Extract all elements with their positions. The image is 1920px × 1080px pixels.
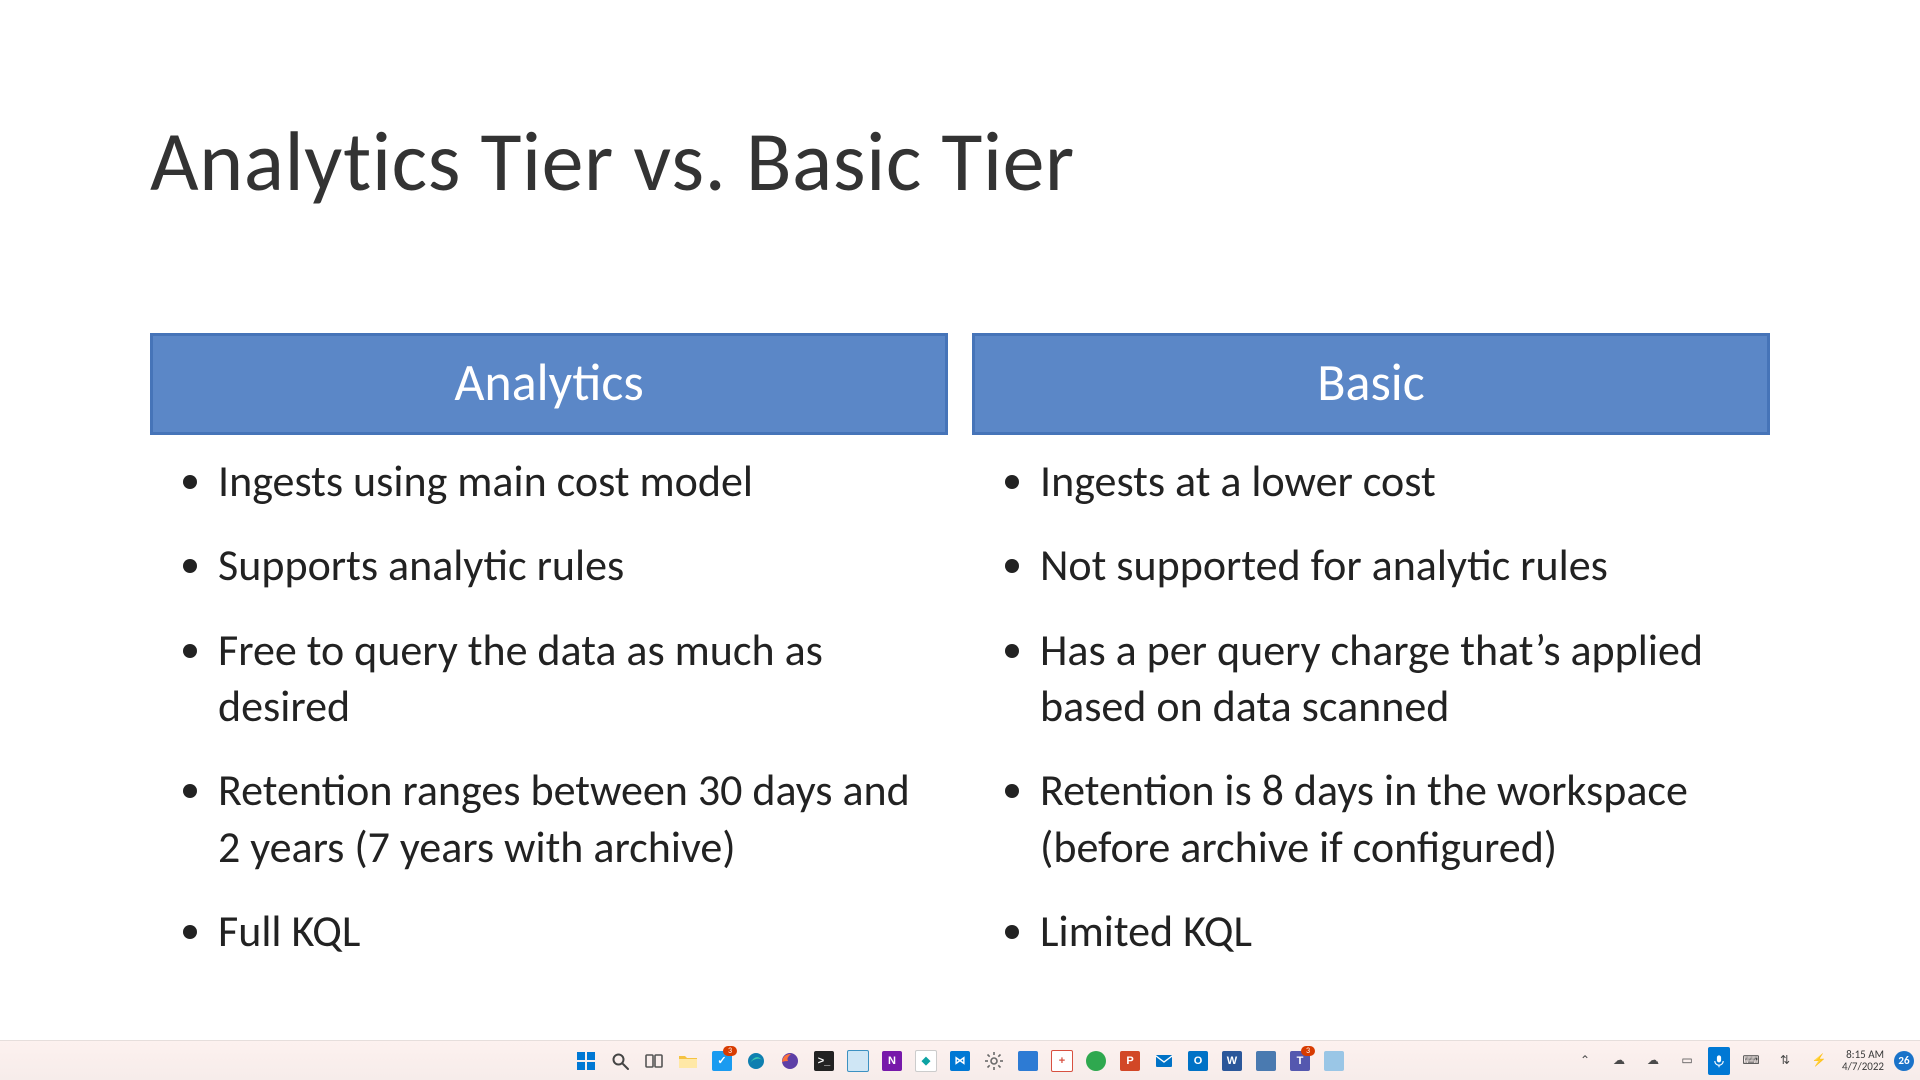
start-button[interactable] xyxy=(573,1048,599,1074)
taskbar-center: ✓ 3 >_ N ◆ ⋈ xyxy=(573,1041,1347,1080)
taskbar-app-settings[interactable] xyxy=(981,1048,1007,1074)
column-body-basic: Ingests at a lower cost Not supported fo… xyxy=(972,435,1770,987)
keyboard-icon: ⌨ xyxy=(1742,1053,1759,1068)
network-icon: ⇅ xyxy=(1780,1053,1790,1068)
tray-touch-keyboard[interactable]: ⌨ xyxy=(1738,1048,1764,1074)
search-button[interactable] xyxy=(607,1048,633,1074)
bullet-item: Limited KQL xyxy=(1040,903,1760,959)
notification-count: 26 xyxy=(1898,1054,1909,1067)
taskbar-app-maps[interactable] xyxy=(1083,1048,1109,1074)
bullet-item: Retention is 8 days in the workspace (be… xyxy=(1040,762,1760,875)
app-letter: N xyxy=(888,1055,896,1067)
clock-date: 4/7/2022 xyxy=(1842,1061,1884,1073)
task-view-icon xyxy=(644,1051,664,1071)
app-letter: ✓ xyxy=(717,1054,726,1067)
mail-icon xyxy=(1154,1051,1174,1071)
taskbar-app-todo[interactable]: ✓ 3 xyxy=(709,1048,735,1074)
tray-onedrive-personal[interactable]: ☁ xyxy=(1606,1048,1632,1074)
comparison-grid: Analytics Ingests using main cost model … xyxy=(150,333,1770,987)
app-letter: O xyxy=(1194,1055,1203,1067)
tray-voice-typing[interactable] xyxy=(1708,1047,1730,1075)
microphone-icon xyxy=(1712,1054,1726,1068)
app-letter: + xyxy=(1059,1055,1065,1067)
bullet-item: Full KQL xyxy=(218,903,938,959)
taskbar-app-teams[interactable]: T 3 xyxy=(1287,1048,1313,1074)
taskbar-app-snip[interactable]: + xyxy=(1049,1048,1075,1074)
slide-title: Analytics Tier vs. Basic Tier xyxy=(150,110,1770,213)
taskbar-app-photos[interactable] xyxy=(1015,1048,1041,1074)
taskbar-app-onenote[interactable]: N xyxy=(879,1048,905,1074)
taskbar-app-firefox[interactable] xyxy=(777,1048,803,1074)
taskbar-app-notepad[interactable] xyxy=(845,1048,871,1074)
app-letter: ⋈ xyxy=(955,1054,966,1067)
app-letter: W xyxy=(1227,1055,1237,1067)
app-badge: 3 xyxy=(723,1046,737,1056)
notifications-button[interactable]: 26 xyxy=(1894,1051,1914,1071)
taskbar-app-power-automate[interactable]: ◆ xyxy=(913,1048,939,1074)
taskbar-app-terminal[interactable]: >_ xyxy=(811,1048,837,1074)
bullet-item: Not supported for analytic rules xyxy=(1040,537,1760,593)
taskbar-app-word[interactable]: W xyxy=(1219,1048,1245,1074)
tray-onedrive-work[interactable]: ☁ xyxy=(1640,1048,1666,1074)
taskbar-tray: ⌃ ☁ ☁ ▭ ⌨ ⇅ ⚡ 8:15 AM 4 xyxy=(1572,1041,1914,1080)
app-letter: P xyxy=(1126,1055,1133,1067)
power-icon: ⚡ xyxy=(1812,1053,1827,1068)
taskbar-app-calculator[interactable] xyxy=(1253,1048,1279,1074)
firefox-icon xyxy=(780,1051,800,1071)
column-header-basic: Basic xyxy=(972,333,1770,435)
app-badge: 3 xyxy=(1301,1046,1315,1056)
tray-battery[interactable]: ▭ xyxy=(1674,1048,1700,1074)
tray-show-hidden-button[interactable]: ⌃ xyxy=(1572,1048,1598,1074)
file-explorer-button[interactable] xyxy=(675,1048,701,1074)
column-basic: Basic Ingests at a lower cost Not suppor… xyxy=(972,333,1770,987)
bullet-item: Ingests at a lower cost xyxy=(1040,453,1760,509)
tray-network[interactable]: ⇅ xyxy=(1772,1048,1798,1074)
chevron-up-icon: ⌃ xyxy=(1580,1053,1590,1068)
column-header-analytics: Analytics xyxy=(150,333,948,435)
gear-icon xyxy=(984,1051,1004,1071)
bullet-item: Free to query the data as much as desire… xyxy=(218,622,938,735)
edge-icon xyxy=(746,1051,766,1071)
taskbar-app-mail[interactable] xyxy=(1151,1048,1177,1074)
clock-time: 8:15 AM xyxy=(1842,1049,1884,1061)
taskbar-clock[interactable]: 8:15 AM 4/7/2022 xyxy=(1840,1049,1886,1073)
bullet-item: Supports analytic rules xyxy=(218,537,938,593)
taskbar-app-powerpoint[interactable]: P xyxy=(1117,1048,1143,1074)
bullet-item: Has a per query charge that’s applied ba… xyxy=(1040,622,1760,735)
taskbar-app-outlook[interactable]: O xyxy=(1185,1048,1211,1074)
taskbar-app-edge[interactable] xyxy=(743,1048,769,1074)
column-analytics: Analytics Ingests using main cost model … xyxy=(150,333,948,987)
bullet-item: Retention ranges between 30 days and 2 y… xyxy=(218,762,938,875)
windows-icon xyxy=(576,1051,596,1071)
cloud-icon: ☁ xyxy=(1613,1053,1625,1068)
column-body-analytics: Ingests using main cost model Supports a… xyxy=(150,435,948,987)
app-letter: >_ xyxy=(818,1055,831,1067)
presentation-slide: Analytics Tier vs. Basic Tier Analytics … xyxy=(0,0,1920,1040)
bullet-item: Ingests using main cost model xyxy=(218,453,938,509)
tray-power-mode[interactable]: ⚡ xyxy=(1806,1048,1832,1074)
search-icon xyxy=(610,1051,630,1071)
app-letter: ◆ xyxy=(922,1054,930,1067)
app-letter: T xyxy=(1297,1055,1304,1067)
task-view-button[interactable] xyxy=(641,1048,667,1074)
windows-taskbar: ✓ 3 >_ N ◆ ⋈ xyxy=(0,1040,1920,1080)
taskbar-app-vscode[interactable]: ⋈ xyxy=(947,1048,973,1074)
cloud-icon: ☁ xyxy=(1647,1053,1659,1068)
folder-icon xyxy=(678,1051,698,1071)
taskbar-app-window-swap[interactable] xyxy=(1321,1048,1347,1074)
battery-icon: ▭ xyxy=(1681,1053,1692,1068)
